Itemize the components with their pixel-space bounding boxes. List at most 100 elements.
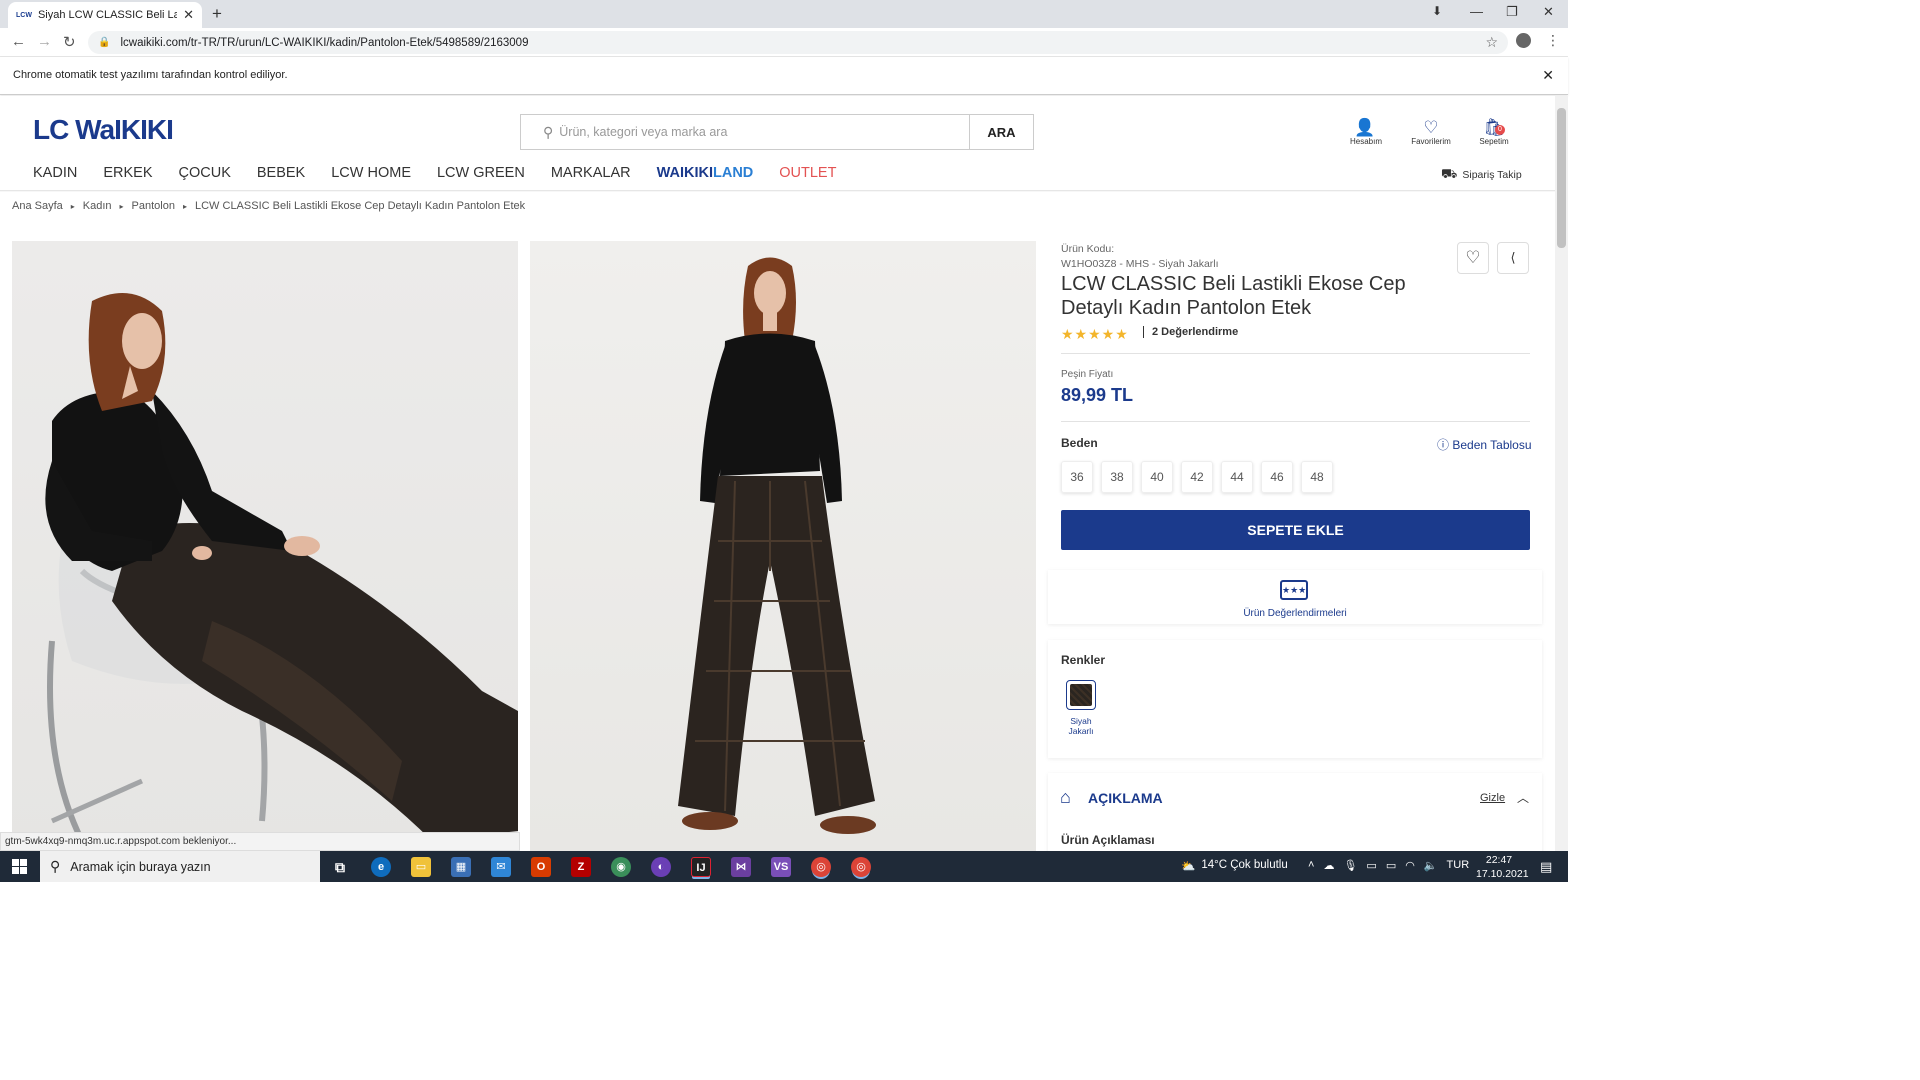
windows-start-icon[interactable] bbox=[12, 859, 27, 874]
nav-item[interactable]: LCW HOME bbox=[331, 165, 411, 181]
infobar-close-icon[interactable]: ✕ bbox=[1542, 67, 1554, 84]
filezilla-icon[interactable]: Z bbox=[571, 857, 591, 877]
size-option[interactable]: 40 bbox=[1141, 461, 1173, 493]
chevron-up-icon[interactable]: ︿ bbox=[1517, 789, 1529, 806]
breadcrumb-item[interactable]: Kadın bbox=[83, 200, 112, 213]
favorites-label: Favorilerim bbox=[1411, 137, 1451, 146]
reload-icon[interactable]: ↻ bbox=[63, 33, 76, 51]
taskbar-search-placeholder: Aramak için buraya yazın bbox=[70, 859, 211, 874]
page-scrollbar[interactable] bbox=[1555, 96, 1568, 852]
mail-icon[interactable]: ✉ bbox=[491, 857, 511, 877]
rating-count[interactable]: 2 Değerlendirme bbox=[1143, 326, 1238, 338]
order-track-link[interactable]: ⛟ Sipariş Takip bbox=[1441, 166, 1522, 184]
visual-studio-icon[interactable]: ⋈ bbox=[731, 857, 751, 877]
nav-item-outlet[interactable]: OUTLET bbox=[779, 165, 836, 181]
taskbar-search[interactable]: ⚲ Aramak için buraya yazın bbox=[40, 851, 320, 882]
breadcrumb-item[interactable]: Pantolon bbox=[132, 200, 175, 213]
add-favorite-button[interactable]: ♡ bbox=[1457, 242, 1489, 274]
color-swatch-label[interactable]: Siyah Jakarlı bbox=[1062, 716, 1100, 736]
rating-stars[interactable]: ★★★★★ bbox=[1061, 326, 1129, 343]
chrome-icon[interactable]: ◎ bbox=[811, 857, 831, 877]
search-button[interactable]: ARA bbox=[969, 115, 1033, 149]
nav-item[interactable]: ÇOCUK bbox=[179, 165, 231, 181]
language-indicator[interactable]: TUR bbox=[1447, 859, 1470, 872]
cart-icon: 🛍 bbox=[1483, 118, 1505, 137]
reviews-panel[interactable]: ★★★ Ürün Değerlendirmeleri bbox=[1048, 570, 1542, 624]
color-swatch[interactable] bbox=[1066, 680, 1096, 710]
display-icon[interactable]: ▭ bbox=[1366, 859, 1376, 872]
microphone-icon[interactable]: 🎙 bbox=[1343, 859, 1357, 872]
chrome-icon[interactable]: ◎ bbox=[851, 857, 871, 877]
size-table-link[interactable]: ⓘ Beden Tablosu bbox=[1437, 436, 1532, 453]
nav-item-waikikiland[interactable]: WAIKIKILAND bbox=[657, 165, 754, 181]
account-button[interactable]: 👤 Hesabım bbox=[1350, 118, 1382, 146]
share-button[interactable]: ⟨ bbox=[1497, 242, 1529, 274]
back-icon[interactable]: ← bbox=[11, 33, 26, 50]
reviews-link[interactable]: Ürün Değerlendirmeleri bbox=[1048, 608, 1542, 619]
nav-item[interactable]: KADIN bbox=[33, 165, 77, 181]
search-input[interactable]: ⚲ Ürün, kategori veya marka ara bbox=[521, 115, 969, 149]
tab-close-icon[interactable]: ✕ bbox=[183, 7, 194, 23]
store-icon[interactable]: ▦ bbox=[451, 857, 471, 877]
size-option[interactable]: 46 bbox=[1261, 461, 1293, 493]
scrollbar-thumb[interactable] bbox=[1557, 108, 1566, 248]
edge-icon[interactable]: e bbox=[371, 857, 391, 877]
search-icon: ⚲ bbox=[50, 858, 61, 874]
url-bar[interactable]: 🔒 lcwaikiki.com/tr-TR/TR/urun/LC-WAIKIKI… bbox=[88, 31, 1508, 54]
weather-widget[interactable]: ⛅ 14°C Çok bulutlu bbox=[1181, 859, 1288, 873]
browser-tab[interactable]: LCW Siyah LCW CLASSIC Beli Lastikli E ✕ bbox=[8, 2, 202, 28]
tab-search-icon[interactable]: ⬇ bbox=[1432, 4, 1442, 18]
nav-item[interactable]: ERKEK bbox=[103, 165, 152, 181]
task-view-icon[interactable]: ⧉ bbox=[330, 857, 350, 877]
size-option[interactable]: 48 bbox=[1301, 461, 1333, 493]
add-to-cart-button[interactable]: SEPETE EKLE bbox=[1061, 510, 1530, 550]
search-icon: ⚲ bbox=[543, 123, 554, 140]
visual-studio-icon[interactable]: VS bbox=[771, 857, 791, 877]
site-logo[interactable]: LC WaIKIKI bbox=[33, 114, 174, 146]
bookmark-star-icon[interactable]: ☆ bbox=[1485, 34, 1498, 51]
forward-icon[interactable]: → bbox=[37, 33, 52, 50]
size-label: Beden bbox=[1061, 436, 1098, 450]
product-photo[interactable] bbox=[12, 241, 518, 851]
intellij-icon[interactable]: IJ bbox=[691, 857, 711, 877]
favorites-button[interactable]: ♡ Favorilerim bbox=[1409, 118, 1453, 146]
size-option[interactable]: 36 bbox=[1061, 461, 1093, 493]
office-icon[interactable]: O bbox=[531, 857, 551, 877]
minimize-button[interactable]: — bbox=[1470, 4, 1483, 19]
volume-icon[interactable]: 🔈 bbox=[1424, 859, 1438, 872]
description-panel: ⌂ AÇIKLAMA Gizle ︿ Ürün Açıklaması bbox=[1048, 773, 1542, 852]
app-icon[interactable]: ◐ bbox=[651, 857, 671, 877]
file-explorer-icon[interactable]: ▭ bbox=[411, 857, 431, 877]
nav-item[interactable]: LCW GREEN bbox=[437, 165, 525, 181]
notification-icon[interactable]: ▤ bbox=[1540, 859, 1552, 875]
description-title[interactable]: AÇIKLAMA bbox=[1088, 790, 1163, 806]
breadcrumb: Ana Sayfa ▸ Kadın ▸ Pantolon ▸ LCW CLASS… bbox=[12, 200, 525, 213]
app-icon[interactable]: ◉ bbox=[611, 857, 631, 877]
order-track-label: Sipariş Takip bbox=[1462, 169, 1522, 181]
hide-link[interactable]: Gizle bbox=[1480, 792, 1505, 804]
cart-button[interactable]: 🛍 Sepetim bbox=[1477, 118, 1511, 146]
size-option[interactable]: 38 bbox=[1101, 461, 1133, 493]
product-photo[interactable] bbox=[530, 241, 1036, 851]
browser-tabbar: LCW Siyah LCW CLASSIC Beli Lastikli E ✕ … bbox=[0, 0, 1568, 28]
price: 89,99 TL bbox=[1061, 385, 1134, 405]
size-option[interactable]: 42 bbox=[1181, 461, 1213, 493]
breadcrumb-item[interactable]: Ana Sayfa bbox=[12, 200, 63, 213]
size-option[interactable]: 44 bbox=[1221, 461, 1253, 493]
nav-item[interactable]: MARKALAR bbox=[551, 165, 631, 181]
main-nav: KADIN ERKEK ÇOCUK BEBEK LCW HOME LCW GRE… bbox=[33, 165, 836, 181]
chrome-menu-icon[interactable]: ⋮ bbox=[1546, 32, 1560, 49]
clock[interactable]: 22:47 17.10.2021 bbox=[1476, 853, 1529, 881]
wifi-icon[interactable]: ◠ bbox=[1405, 859, 1415, 872]
nav-item[interactable]: BEBEK bbox=[257, 165, 305, 181]
colors-label: Renkler bbox=[1061, 653, 1106, 667]
chevron-up-icon[interactable]: ˄ bbox=[1308, 859, 1314, 872]
share-icon: ⟨ bbox=[1510, 250, 1516, 265]
page-content: LC WaIKIKI ⚲ Ürün, kategori veya marka a… bbox=[0, 96, 1555, 852]
onedrive-icon[interactable]: ☁ bbox=[1323, 859, 1334, 872]
new-tab-button[interactable]: + bbox=[212, 4, 222, 24]
window-close-button[interactable]: ✕ bbox=[1543, 4, 1554, 20]
battery-icon[interactable]: ▭ bbox=[1386, 859, 1396, 872]
profile-avatar[interactable] bbox=[1516, 33, 1531, 48]
maximize-button[interactable]: ❐ bbox=[1506, 4, 1518, 20]
